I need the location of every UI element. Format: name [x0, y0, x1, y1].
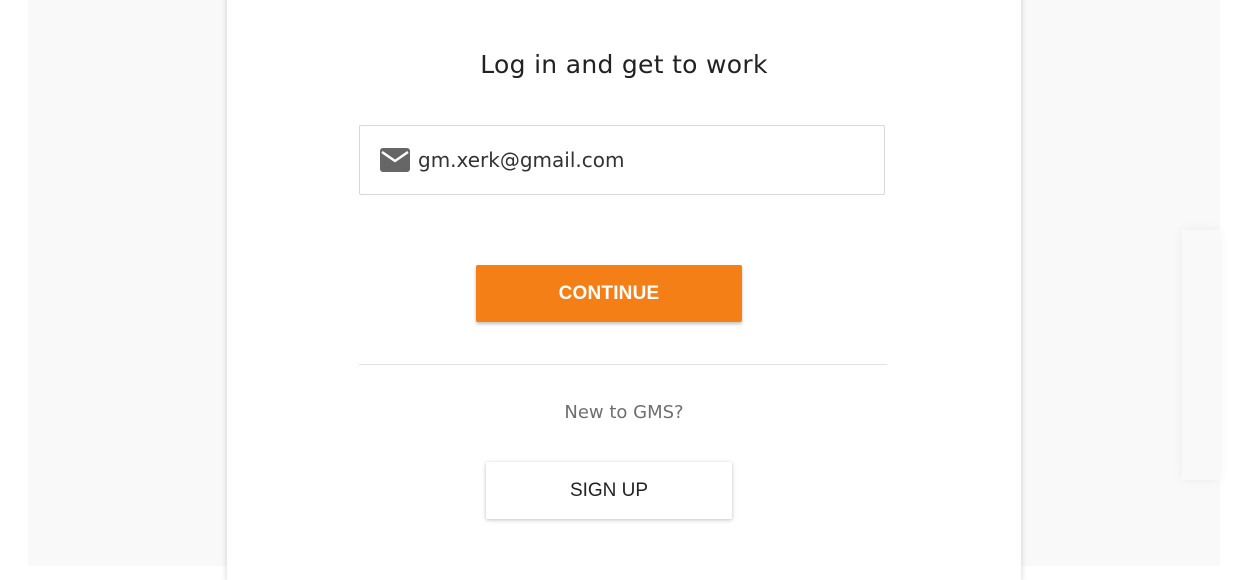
continue-button[interactable]: CONTINUE [476, 265, 742, 322]
login-card: Log in and get to work gm.xerk@gmail.com… [227, 0, 1021, 580]
email-value: gm.xerk@gmail.com [418, 148, 625, 172]
new-to-gms-text: New to GMS? [564, 402, 684, 423]
mail-icon [380, 148, 410, 172]
signup-button[interactable]: SIGN UP [486, 462, 732, 519]
login-title: Log in and get to work [480, 50, 768, 79]
side-panel [1182, 230, 1220, 480]
email-field[interactable]: gm.xerk@gmail.com [359, 125, 885, 195]
divider [359, 364, 887, 365]
